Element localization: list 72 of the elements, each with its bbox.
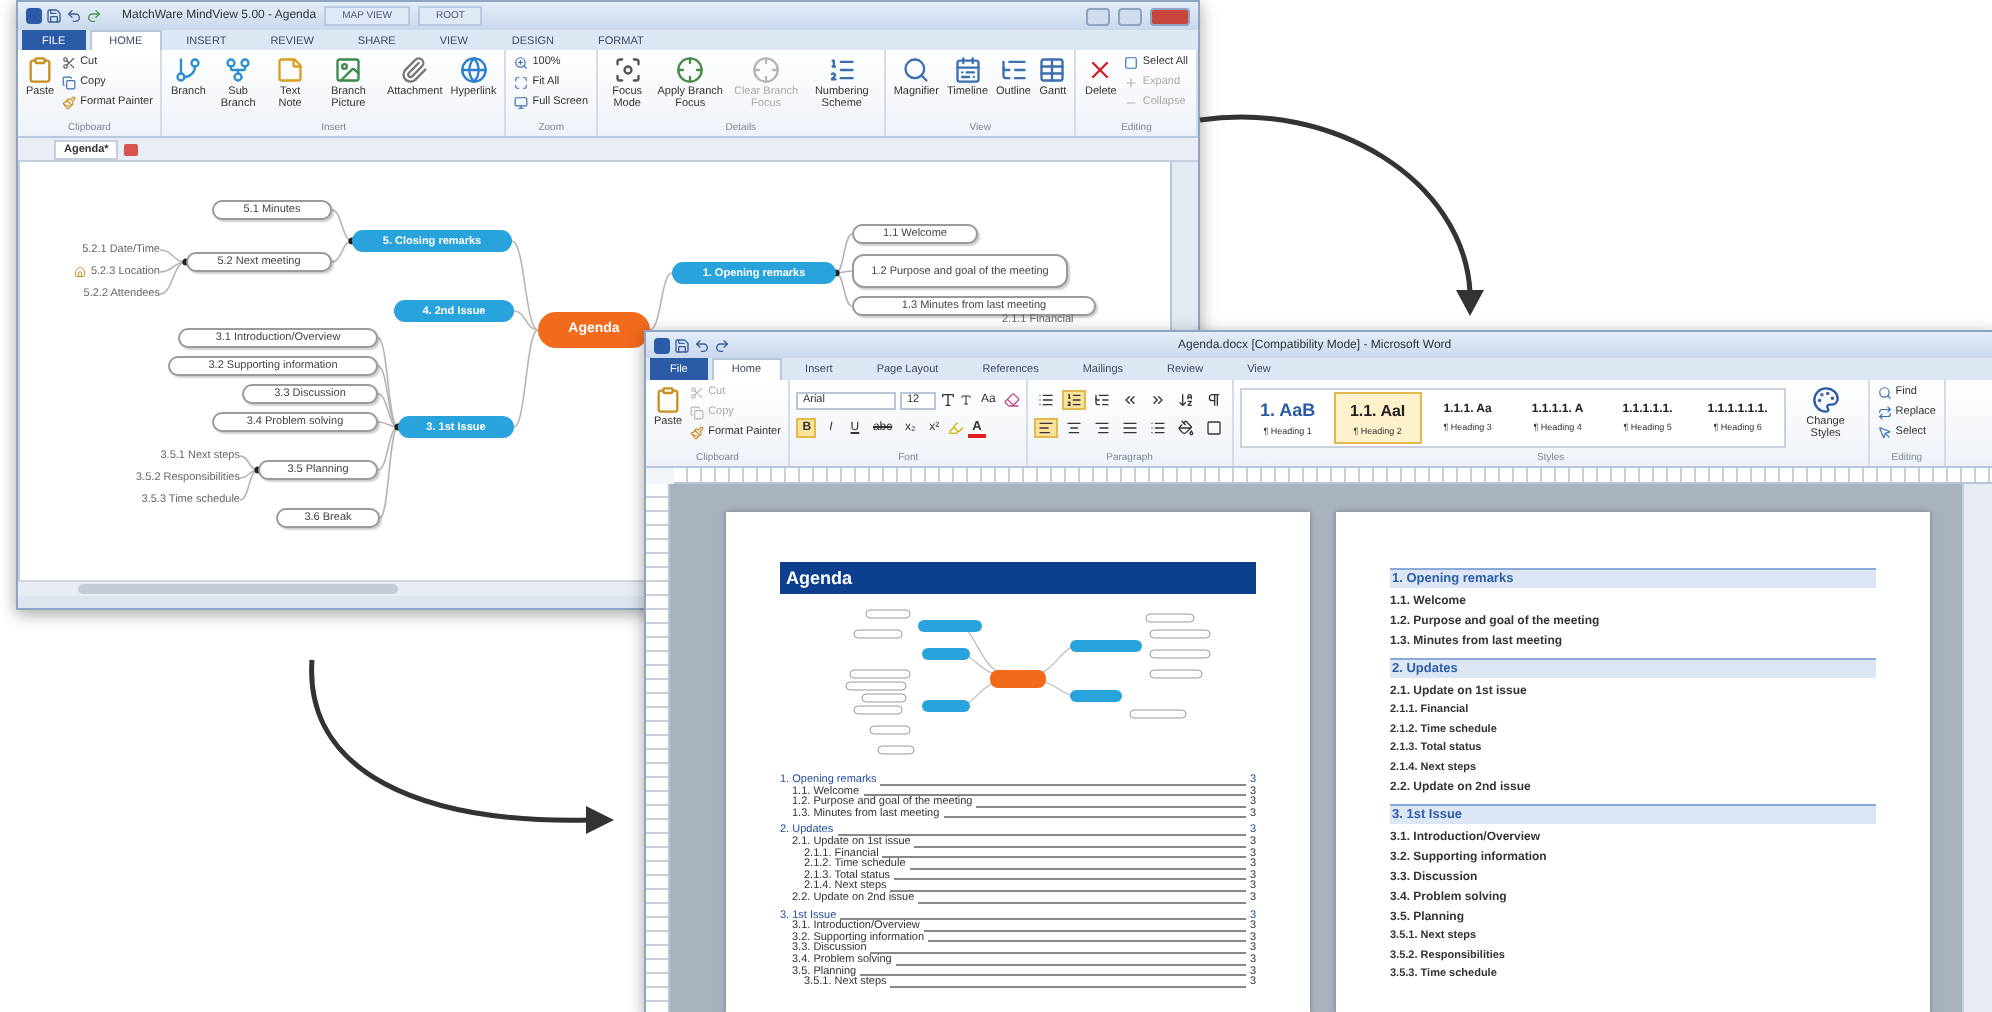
focus-frame-icon [613,56,642,84]
square-icon [1124,55,1139,69]
branch-icon [174,56,203,84]
app-icon [654,337,670,353]
maximize-icon [514,75,529,89]
save-icon[interactable] [46,8,62,24]
zoom-in-icon [514,55,529,69]
monitor-icon [514,95,529,109]
paragraph-button[interactable] [1173,418,1198,438]
house-icon [74,266,87,278]
scrollbar[interactable] [1962,484,1992,1012]
paragraph-button[interactable] [1089,418,1114,438]
scrollbar-thumb[interactable] [78,584,398,594]
title-banner: Agenda [780,562,1256,594]
undo-icon[interactable] [66,8,82,24]
line-spacing-icon [1149,420,1166,436]
pointer-icon [1877,425,1892,439]
replace-icon [1877,405,1892,419]
redo-icon[interactable] [86,8,102,24]
paintbrush-icon [62,95,77,109]
table-icon [1038,56,1067,84]
app-icon [26,8,42,24]
align-right-icon [1093,420,1110,436]
plus-icon [1124,75,1139,89]
paragraph-button[interactable] [1033,418,1058,438]
sort-icon [1177,392,1194,408]
list-tree-icon [999,56,1028,84]
calendar-icon [953,56,982,84]
palette-icon [1811,386,1840,414]
paintbrush-icon [690,425,705,439]
numbered-list-icon [827,56,856,84]
globe-icon [459,56,488,84]
align-left-icon [1037,420,1054,436]
clipboard-icon [654,386,683,414]
paragraph-button[interactable] [1173,390,1198,410]
fork-icon [224,56,253,84]
copy-icon [62,75,77,89]
search-icon [1877,385,1892,399]
connector-line [649,272,673,331]
numbered-list-icon [1065,392,1082,408]
paperclip-icon [400,56,429,84]
align-center-icon [1065,420,1082,436]
bullet-list-icon [1037,392,1054,408]
paint-bucket-icon [1177,420,1194,436]
close-icon[interactable] [124,143,139,155]
note-icon [276,56,305,84]
magnifier-icon [902,56,931,84]
chevrons-left-icon [1121,392,1138,408]
redo-icon[interactable] [714,337,730,353]
pilcrow-icon [1205,392,1222,408]
text-size-icon[interactable] [940,392,957,408]
copy-icon [690,405,705,419]
eraser-icon[interactable] [1003,392,1020,408]
list-tree-icon [1093,392,1110,408]
paragraph-button[interactable] [1061,418,1086,438]
paragraph-button[interactable] [1061,390,1086,410]
border-icon [1205,420,1222,436]
scissors-icon [690,385,705,399]
paragraph-button[interactable] [1117,418,1142,438]
text-size-icon[interactable] [960,394,973,406]
paragraph-button[interactable] [1201,418,1226,438]
paragraph-button[interactable] [1089,390,1114,410]
close-button[interactable] [1150,7,1190,25]
crosshair-icon [676,56,705,84]
chevrons-right-icon [1149,392,1166,408]
save-icon[interactable] [674,337,690,353]
picture-icon [334,56,363,84]
undo-icon[interactable] [694,337,710,353]
crosshair-icon [752,56,781,84]
align-justify-icon [1121,420,1138,436]
clipboard-icon [26,56,55,84]
scissors-icon [62,55,77,69]
